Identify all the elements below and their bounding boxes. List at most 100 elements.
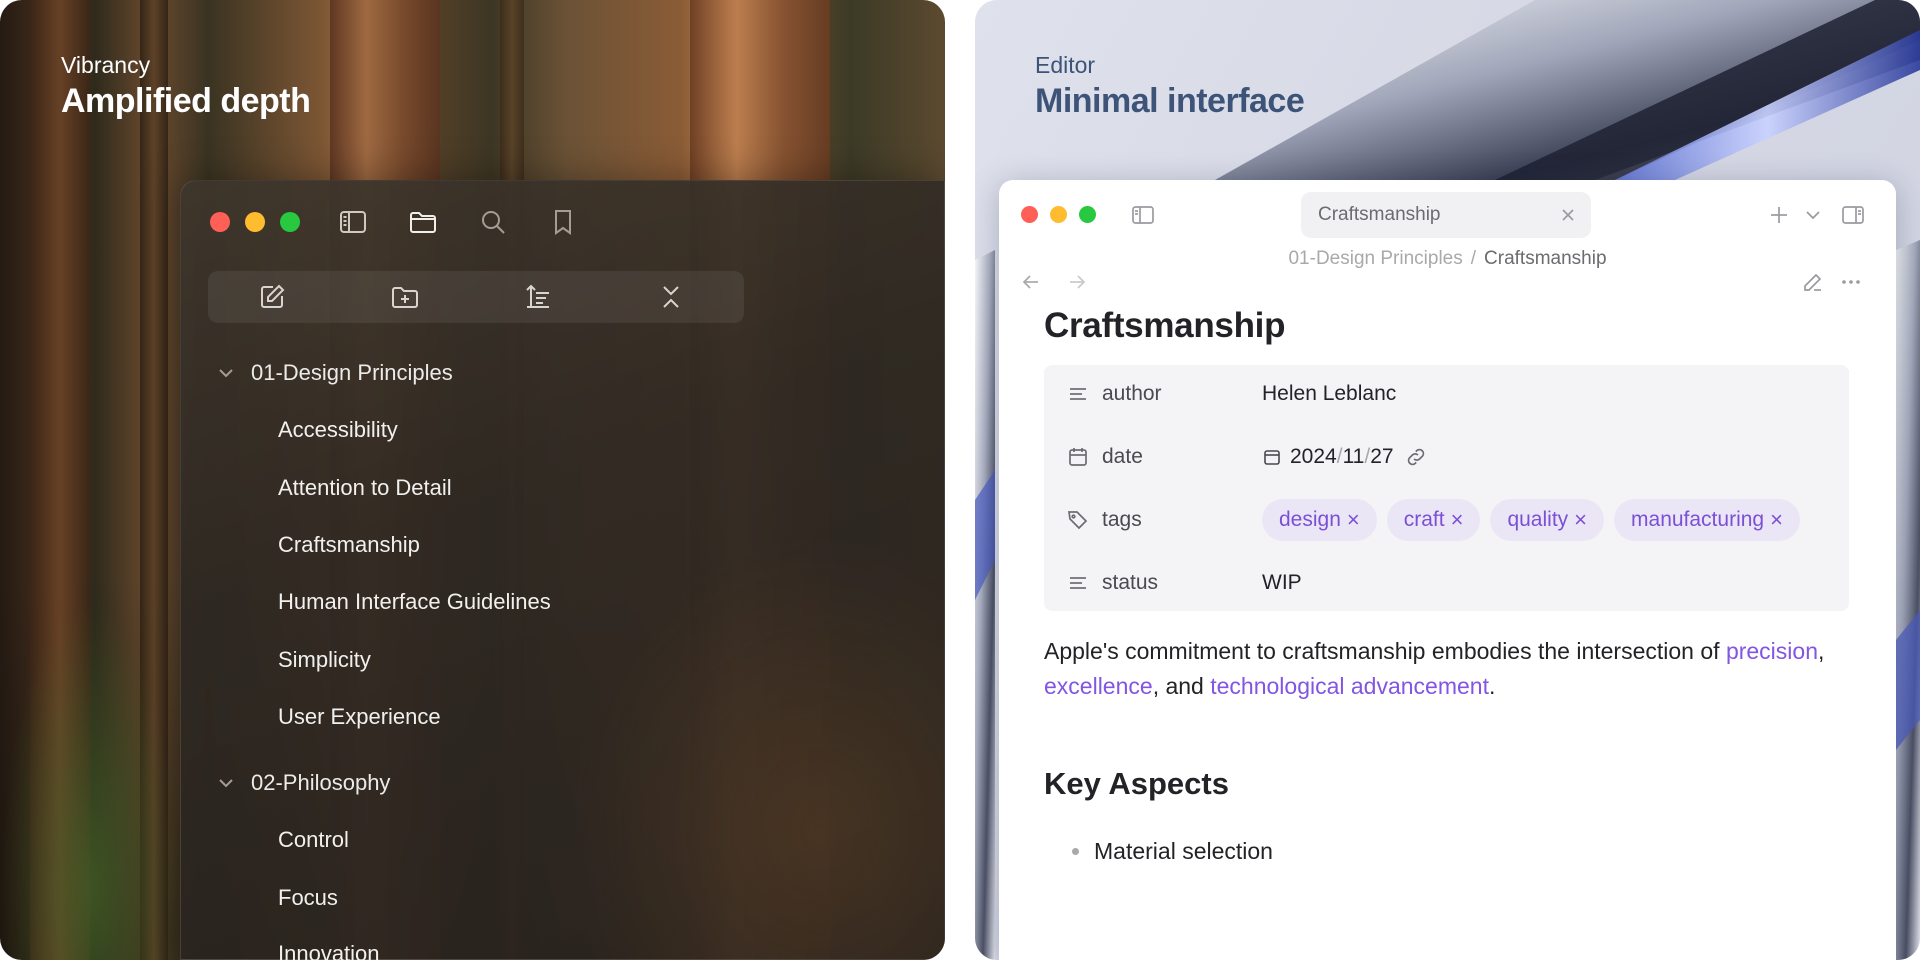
zoom-window-button[interactable] <box>1079 206 1096 223</box>
calendar-icon <box>1066 445 1090 469</box>
text-lines-icon <box>1066 382 1090 406</box>
tag-chip-craft[interactable]: craft × <box>1386 499 1481 541</box>
remove-tag-icon[interactable]: × <box>1770 507 1783 533</box>
new-tab-icon[interactable] <box>1767 203 1791 227</box>
caption-label: Editor <box>1035 52 1096 78</box>
properties-panel: author Helen Leblanc date 2024/11/27 tag… <box>1044 365 1849 611</box>
property-status[interactable]: status WIP <box>1044 558 1849 608</box>
tag-label: design <box>1279 508 1341 531</box>
folder-design-principles[interactable]: 01-Design Principles <box>215 356 453 390</box>
tab-craftsmanship[interactable]: Craftsmanship <box>1301 192 1591 238</box>
property-date[interactable]: date 2024/11/27 <box>1044 432 1849 482</box>
list-item: Material selection <box>1072 838 1273 865</box>
list-item-text: Material selection <box>1094 838 1273 864</box>
tab-label: Craftsmanship <box>1318 204 1441 225</box>
internal-link[interactable]: precision <box>1726 638 1818 664</box>
sidebar-toggle-icon[interactable] <box>1130 202 1156 228</box>
folder-label: 02-Philosophy <box>251 770 391 795</box>
date-month: 11 <box>1342 445 1365 468</box>
body-paragraph: Apple's commitment to craftsmanship embo… <box>1044 634 1854 704</box>
chevron-down-icon <box>219 369 233 378</box>
property-value[interactable]: WIP <box>1262 571 1302 595</box>
tag-icon <box>1066 508 1090 532</box>
close-window-button[interactable] <box>1021 206 1038 223</box>
bookmark-icon[interactable] <box>547 206 579 238</box>
paragraph-text: , and <box>1152 673 1211 699</box>
note-control[interactable]: Control <box>278 823 349 857</box>
tag-chip-design[interactable]: design × <box>1262 499 1377 541</box>
paragraph-text: Apple's commitment to craftsmanship embo… <box>1044 638 1726 664</box>
caption-heading: Amplified depth <box>61 82 311 120</box>
more-options-icon[interactable] <box>1839 270 1863 294</box>
tags-list: design × craft × quality × manufacturing × <box>1262 499 1810 541</box>
breadcrumb-separator: / <box>1470 248 1477 269</box>
property-value[interactable]: Helen Leblanc <box>1262 382 1396 406</box>
sidebar-toggle-icon[interactable] <box>337 206 369 238</box>
back-arrow-icon[interactable] <box>1019 270 1043 294</box>
property-author[interactable]: author Helen Leblanc <box>1044 369 1849 419</box>
tag-label: craft <box>1403 508 1445 531</box>
forward-arrow-icon[interactable] <box>1065 270 1089 294</box>
vibrancy-panel: Vibrancy Amplified depth 01-Design Princ… <box>0 0 945 960</box>
text-lines-icon <box>1066 571 1090 595</box>
editor-window: Craftsmanship 01-Design Principles / Craft… <box>999 180 1896 960</box>
chevron-down-icon <box>219 779 233 788</box>
date-value[interactable]: 2024/11/27 <box>1262 445 1428 469</box>
search-icon[interactable] <box>477 206 509 238</box>
bullet-dot <box>1072 848 1079 855</box>
editor-panel: Editor Minimal interface Craftsmanship 0… <box>975 0 1920 960</box>
note-focus[interactable]: Focus <box>278 881 338 915</box>
property-key: author <box>1102 382 1162 405</box>
file-actions-bar <box>208 271 744 323</box>
internal-link[interactable]: excellence <box>1044 673 1153 699</box>
new-note-icon[interactable] <box>256 281 288 313</box>
tag-label: quality <box>1507 508 1569 531</box>
date-year: 2024 <box>1290 445 1337 468</box>
note-user-experience[interactable]: User Experience <box>278 700 441 734</box>
section-heading: Key Aspects <box>1044 766 1229 801</box>
note-accessibility[interactable]: Accessibility <box>278 413 398 447</box>
collapse-all-icon[interactable] <box>655 281 687 313</box>
close-window-button[interactable] <box>210 212 230 232</box>
note-simplicity[interactable]: Simplicity <box>278 643 371 677</box>
property-key: status <box>1102 571 1159 594</box>
folder-philosophy[interactable]: 02-Philosophy <box>215 766 390 800</box>
property-tags[interactable]: tags design × craft × quality × manufacturi… <box>1044 495 1849 545</box>
paragraph-text: , <box>1817 638 1825 664</box>
remove-tag-icon[interactable]: × <box>1451 507 1464 533</box>
breadcrumb-current[interactable]: Craftsmanship <box>1484 248 1607 269</box>
sort-icon[interactable] <box>522 281 554 313</box>
note-craftsmanship[interactable]: Craftsmanship <box>278 528 420 562</box>
property-key: date <box>1102 445 1143 468</box>
calendar-small-icon <box>1264 450 1280 465</box>
breadcrumb: 01-Design Principles / Craftsmanship <box>999 248 1896 270</box>
close-icon[interactable] <box>1557 204 1579 226</box>
edit-pencil-icon[interactable] <box>1801 270 1825 294</box>
minimize-window-button[interactable] <box>245 212 265 232</box>
note-human-interface-guidelines[interactable]: Human Interface Guidelines <box>278 585 551 619</box>
date-day: 27 <box>1370 445 1394 468</box>
folder-label: 01-Design Principles <box>251 360 453 385</box>
internal-link[interactable]: technological advancement <box>1210 673 1489 699</box>
zoom-window-button[interactable] <box>280 212 300 232</box>
tag-chip-manufacturing[interactable]: manufacturing × <box>1614 499 1800 541</box>
link-icon[interactable] <box>1404 445 1428 469</box>
tag-chip-quality[interactable]: quality × <box>1490 499 1605 541</box>
minimize-window-button[interactable] <box>1050 206 1067 223</box>
folder-icon[interactable] <box>407 206 439 238</box>
breadcrumb-parent[interactable]: 01-Design Principles <box>1288 248 1462 269</box>
document-title: Craftsmanship <box>1044 306 1286 345</box>
tag-label: manufacturing <box>1631 508 1765 531</box>
remove-tag-icon[interactable]: × <box>1347 507 1360 533</box>
chevron-down-icon[interactable] <box>1803 205 1823 225</box>
note-innovation[interactable]: Innovation <box>278 937 380 960</box>
file-explorer-window: 01-Design Principles Accessibility Atten… <box>180 180 945 960</box>
new-folder-icon[interactable] <box>389 281 421 313</box>
caption-label: Vibrancy <box>61 52 151 78</box>
paragraph-text: . <box>1488 673 1496 699</box>
note-attention-to-detail[interactable]: Attention to Detail <box>278 471 452 505</box>
caption-heading: Minimal interface <box>1035 82 1305 120</box>
remove-tag-icon[interactable]: × <box>1574 507 1587 533</box>
right-sidebar-toggle-icon[interactable] <box>1840 202 1866 228</box>
property-key: tags <box>1102 508 1142 531</box>
